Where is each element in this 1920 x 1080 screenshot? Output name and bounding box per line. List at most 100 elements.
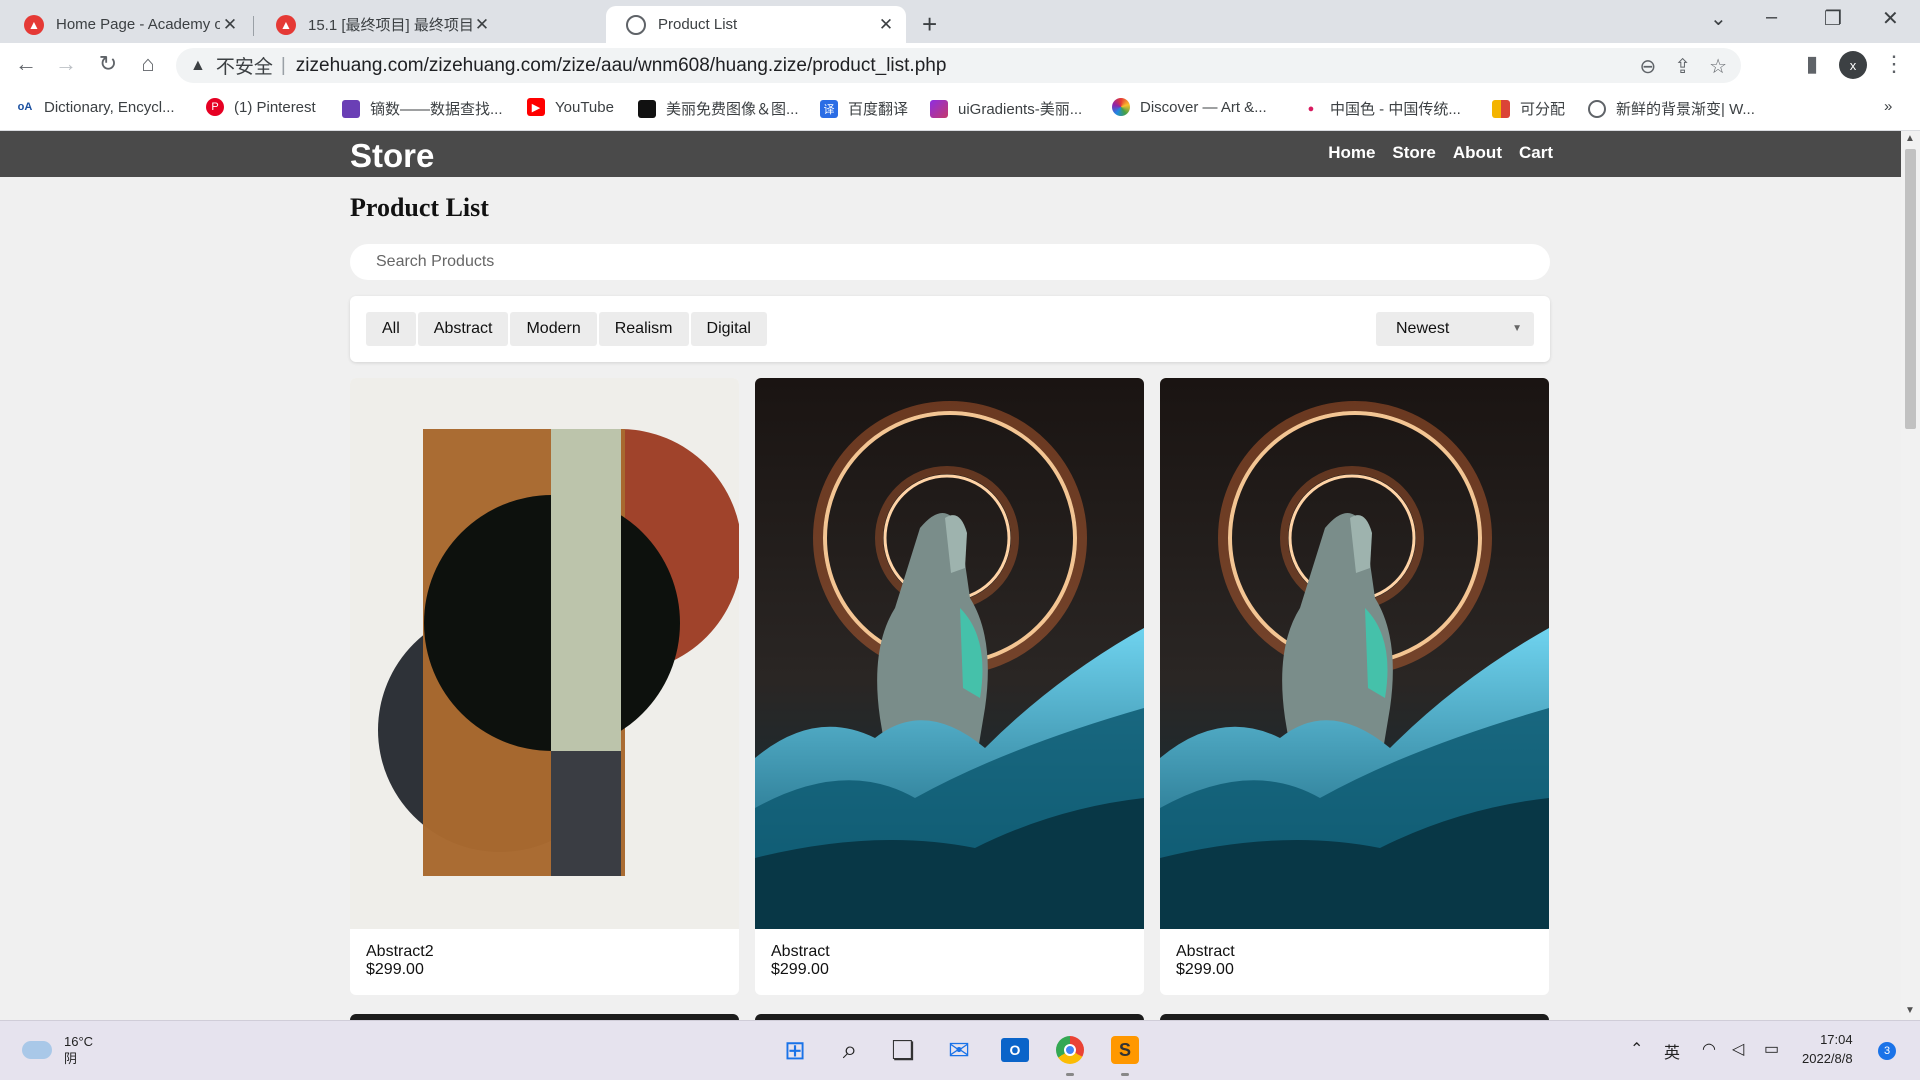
bookmark-youtube[interactable]: ▶ YouTube — [527, 98, 614, 116]
product-image-geometric-abstract[interactable] — [350, 378, 739, 929]
warning-icon[interactable]: ▲ — [190, 57, 206, 75]
browser-tab-project[interactable]: ▲ 15.1 [最终项目] 最终项目 - IXD ✕ — [256, 6, 502, 43]
category-filters: All Abstract Modern Realism Digital — [366, 312, 767, 346]
bookmark-star-icon[interactable]: ☆ — [1709, 54, 1727, 79]
bookmark-label: (1) Pinterest — [234, 98, 316, 116]
zoom-icon[interactable]: ⊖ — [1640, 54, 1657, 79]
scroll-up-icon[interactable]: ▲ — [1905, 133, 1915, 144]
close-tab-icon[interactable]: ✕ — [876, 15, 896, 35]
sublime-text-icon[interactable]: S — [1108, 1033, 1142, 1067]
filter-all-button[interactable]: All — [366, 312, 416, 346]
bookmark-discover-art[interactable]: Discover — Art &... — [1112, 98, 1267, 116]
wifi-icon[interactable]: ◠ — [1702, 1039, 1716, 1059]
share-icon[interactable]: ⇪ — [1674, 54, 1691, 79]
product-image-neon-statue[interactable] — [755, 378, 1144, 929]
product-card[interactable]: Abstract $299.00 — [1160, 378, 1549, 995]
home-icon[interactable]: ⌂ — [134, 51, 162, 77]
bookmark-gradients[interactable]: 新鲜的背景渐变| W... — [1588, 98, 1755, 119]
product-image-neon-statue[interactable] — [1160, 378, 1549, 929]
statue-neon-rings-image — [755, 378, 1144, 929]
omnibox-actions: ⊖ ⇪ ☆ — [1640, 54, 1727, 79]
baidu-translate-icon: 译 — [820, 99, 838, 118]
bookmark-pinterest[interactable]: P (1) Pinterest — [206, 98, 316, 116]
product-card[interactable]: Abstract2 $299.00 — [350, 378, 739, 995]
filter-modern-button[interactable]: Modern — [510, 312, 597, 346]
filter-realism-button[interactable]: Realism — [598, 312, 689, 346]
address-bar[interactable]: ▲ 不安全 | zizehuang.com/zizehuang.com/zize… — [176, 48, 1741, 83]
mail-icon[interactable]: ✉ — [942, 1033, 976, 1067]
menu-kebab-icon[interactable]: ⋮ — [1880, 51, 1908, 77]
product-price: $299.00 — [771, 961, 829, 978]
close-window-icon[interactable]: ✕ — [1882, 6, 1899, 31]
nav-store[interactable]: Store — [1392, 143, 1435, 163]
system-clock[interactable]: 17:04 2022/8/8 — [1802, 1030, 1853, 1068]
scroll-down-icon[interactable]: ▼ — [1905, 1005, 1915, 1016]
unsplash-icon — [638, 99, 656, 118]
bookmark-label: Discover — Art &... — [1140, 98, 1267, 116]
filter-digital-button[interactable]: Digital — [690, 312, 767, 346]
notification-badge[interactable]: 3 — [1878, 1042, 1896, 1060]
scroll-thumb[interactable] — [1905, 149, 1916, 429]
product-name[interactable]: Abstract — [771, 943, 830, 961]
windows-start-icon[interactable]: ⊞ — [778, 1033, 812, 1067]
browser-toolbar: ← → ↻ ⌂ ▲ 不安全 | zizehuang.com/zizehuang.… — [0, 43, 1920, 88]
academy-favicon-icon: ▲ — [276, 14, 296, 35]
nav-home[interactable]: Home — [1328, 143, 1375, 163]
side-panel-icon[interactable]: ▮ — [1798, 51, 1826, 77]
new-tab-icon[interactable]: + — [922, 9, 937, 40]
product-card[interactable]: Abstract $299.00 — [755, 378, 1144, 995]
close-tab-icon[interactable]: ✕ — [220, 15, 240, 35]
nav-about[interactable]: About — [1453, 143, 1502, 163]
bookmark-dictionary[interactable]: oA Dictionary, Encycl... — [16, 98, 175, 116]
zhongguose-icon: ● — [1302, 99, 1320, 118]
chrome-running-indicator — [1066, 1073, 1074, 1076]
search-input[interactable] — [350, 244, 1550, 280]
statue-neon-rings-image — [1160, 378, 1549, 929]
reload-icon[interactable]: ↻ — [94, 51, 122, 77]
forward-icon[interactable]: → — [52, 51, 80, 77]
nav-cart[interactable]: Cart — [1519, 143, 1553, 163]
product-name[interactable]: Abstract2 — [366, 943, 434, 961]
product-name[interactable]: Abstract — [1176, 943, 1235, 961]
url-text[interactable]: zizehuang.com/zizehuang.com/zize/aau/wnm… — [296, 55, 947, 77]
profile-avatar[interactable]: x — [1839, 51, 1867, 79]
outlook-icon[interactable]: O — [998, 1033, 1032, 1067]
restore-icon[interactable]: ❐ — [1824, 6, 1842, 31]
back-icon[interactable]: ← — [12, 51, 40, 77]
close-tab-icon[interactable]: ✕ — [472, 15, 492, 35]
minimize-icon[interactable]: – — [1766, 6, 1777, 29]
tab-search-icon[interactable]: ⌄ — [1710, 6, 1727, 31]
youtube-icon: ▶ — [527, 98, 545, 116]
battery-icon[interactable]: ▭ — [1764, 1039, 1779, 1059]
volume-icon[interactable]: ◁ — [1732, 1039, 1744, 1059]
bookmark-baidu-translate[interactable]: 译 百度翻译 — [820, 98, 908, 119]
filter-abstract-button[interactable]: Abstract — [417, 312, 509, 346]
bookmark-uigradients[interactable]: uiGradients-美丽... — [930, 98, 1082, 119]
sort-select[interactable]: Newest ▼ — [1376, 312, 1534, 346]
address-separator: | — [280, 54, 286, 76]
bookmark-zhongguose[interactable]: ● 中国色 - 中国传统... — [1302, 98, 1461, 119]
chrome-icon[interactable] — [1053, 1033, 1087, 1067]
ime-indicator[interactable]: 英 — [1664, 1039, 1680, 1063]
bookmark-dishu[interactable]: 镝数——数据查找... — [342, 98, 503, 119]
dropdown-caret-icon: ▼ — [1512, 323, 1522, 334]
browser-tab-product-list[interactable]: Product List ✕ — [606, 6, 906, 43]
search-icon[interactable]: ⌕ — [833, 1033, 867, 1067]
tab-divider — [253, 16, 254, 36]
site-nav-links: Home Store About Cart — [1328, 143, 1553, 163]
sort-selected-value: Newest — [1396, 320, 1450, 337]
site-brand[interactable]: Store — [350, 137, 434, 175]
task-view-icon[interactable]: ❏ — [886, 1033, 920, 1067]
windows-taskbar: 16°C 阴 ⊞ ⌕ ❏ ✉ O S ⌃ 英 ◠ ◁ ▭ 17:04 2022/… — [0, 1020, 1920, 1080]
bookmarks-overflow-button[interactable]: » — [1884, 98, 1892, 115]
product-price: $299.00 — [366, 961, 424, 978]
page-scrollbar[interactable]: ▲ ▼ — [1901, 131, 1920, 1020]
show-hidden-icons-icon[interactable]: ⌃ — [1630, 1039, 1643, 1059]
bookmark-label: 可分配 — [1520, 101, 1566, 118]
color-wheel-icon — [1112, 98, 1130, 116]
browser-tab-home[interactable]: ▲ Home Page - Academy of Art ✕ — [4, 6, 250, 43]
security-label[interactable]: 不安全 — [216, 52, 273, 79]
bookmark-unsplash[interactable]: 美丽免费图像＆图... — [638, 98, 799, 119]
bookmark-kefenpei[interactable]: 可分配 — [1492, 98, 1565, 119]
weather-widget[interactable]: 16°C 阴 — [22, 1033, 93, 1067]
